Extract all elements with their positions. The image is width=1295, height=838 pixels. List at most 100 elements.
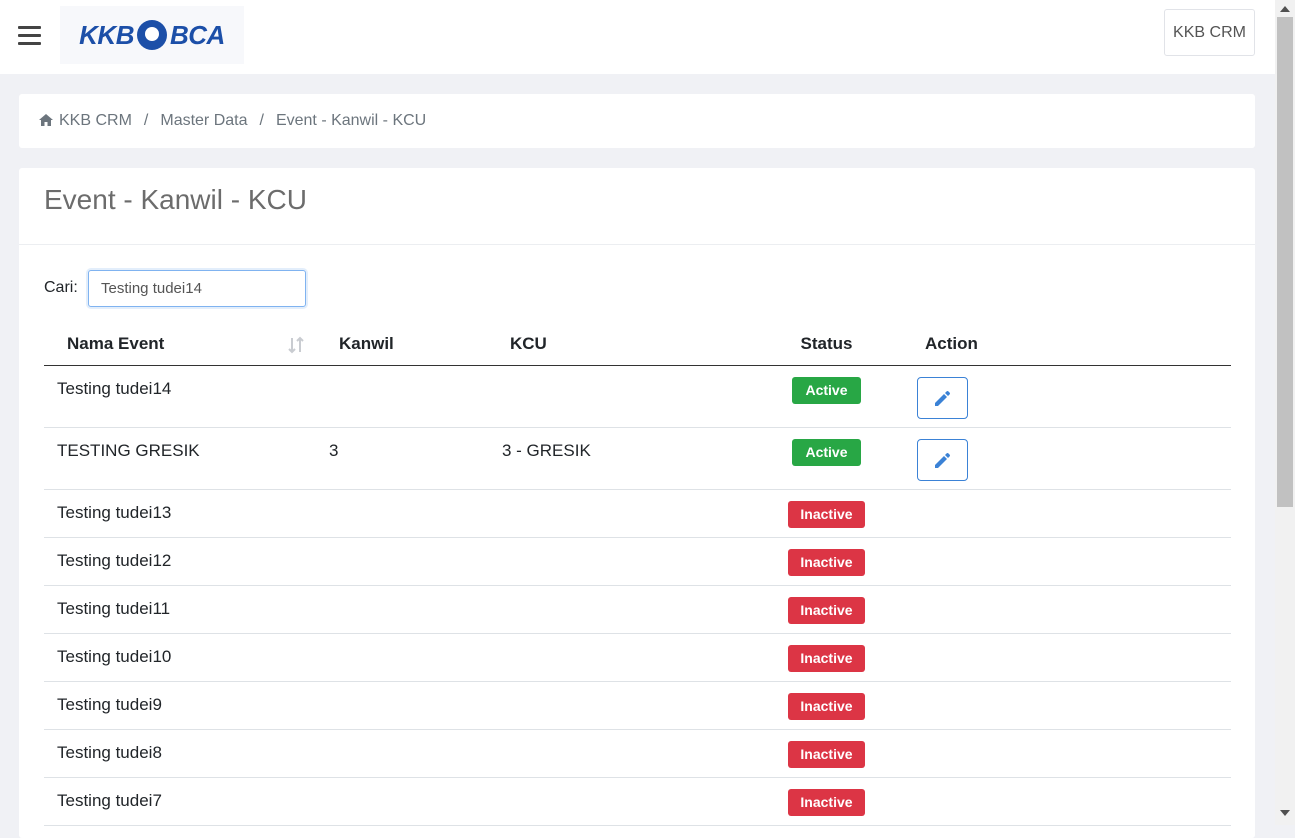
- kcu-cell: 3 - GRESIK: [489, 427, 714, 490]
- scrollbar-thumb[interactable]: [1277, 17, 1293, 507]
- breadcrumb-separator: /: [259, 112, 264, 129]
- kcu-cell: [489, 633, 714, 682]
- column-label: Nama Event: [67, 334, 165, 353]
- kanwil-cell: [316, 537, 489, 586]
- kanwil-cell: [316, 365, 489, 428]
- logo-text-right: BCA: [170, 19, 225, 50]
- table-row: Testing tudei10 Inactive: [44, 633, 1231, 682]
- action-cell: [911, 777, 1231, 826]
- main-card: Event - Kanwil - KCU Cari: Nama Event Ka…: [19, 168, 1255, 838]
- hamburger-menu-icon[interactable]: [18, 26, 41, 46]
- breadcrumb-item-current: Event - Kanwil - KCU: [275, 112, 427, 129]
- event-name-cell: Testing tudei12: [44, 537, 316, 586]
- status-badge: Active: [792, 439, 861, 466]
- table-row: Testing tudei11 Inactive: [44, 585, 1231, 634]
- kcu-cell: [489, 729, 714, 778]
- search-input[interactable]: [88, 270, 306, 307]
- kkb-bca-logo[interactable]: KKB BCA: [60, 6, 244, 64]
- column-label: Status: [800, 334, 853, 353]
- kanwil-cell: [316, 633, 489, 682]
- status-badge: Inactive: [788, 741, 865, 768]
- status-cell: Inactive: [714, 537, 911, 586]
- breadcrumb-home-link[interactable]: KKB CRM: [39, 112, 132, 130]
- kanwil-cell: 3: [316, 427, 489, 490]
- table-row: Testing tudei13 Inactive: [44, 489, 1231, 538]
- status-badge: Inactive: [788, 549, 865, 576]
- kkb-crm-button[interactable]: KKB CRM: [1164, 9, 1255, 56]
- edit-button[interactable]: [917, 439, 968, 481]
- event-name-cell: Testing tudei11: [44, 585, 316, 634]
- action-cell: [911, 489, 1231, 538]
- pencil-icon: [935, 452, 950, 468]
- column-label: Kanwil: [339, 334, 394, 353]
- action-cell: [911, 365, 1231, 428]
- status-badge: Inactive: [788, 597, 865, 624]
- table-body: Testing tudei14 Active TESTING GRESIK 3 3 - …: [44, 365, 1231, 826]
- status-cell: Inactive: [714, 777, 911, 826]
- event-name-cell: Testing tudei9: [44, 681, 316, 730]
- action-cell: [911, 729, 1231, 778]
- breadcrumb-separator: /: [143, 112, 149, 129]
- kanwil-cell: [316, 777, 489, 826]
- table-row: TESTING GRESIK 3 3 - GRESIK Active: [44, 427, 1231, 490]
- kcu-cell: [489, 489, 714, 538]
- table-row: Testing tudei9 Inactive: [44, 681, 1231, 730]
- card-divider: [19, 244, 1255, 245]
- event-name-cell: Testing tudei13: [44, 489, 316, 538]
- kcu-cell: [489, 777, 714, 826]
- event-name-cell: Testing tudei8: [44, 729, 316, 778]
- column-header-action: Action: [911, 323, 1231, 366]
- event-table-wrapper: Nama Event Kanwil KCU Status Action Test…: [44, 323, 1231, 826]
- kanwil-cell: [316, 681, 489, 730]
- column-label: KCU: [510, 334, 547, 353]
- column-header-nama-event[interactable]: Nama Event: [44, 323, 316, 366]
- column-header-kcu[interactable]: KCU: [489, 323, 714, 366]
- scroll-up-arrow-icon[interactable]: [1280, 6, 1290, 12]
- status-badge: Inactive: [788, 693, 865, 720]
- status-badge: Inactive: [788, 789, 865, 816]
- page-scrollbar[interactable]: [1275, 0, 1295, 825]
- table-header-row: Nama Event Kanwil KCU Status Action: [44, 323, 1231, 366]
- table-row: Testing tudei7 Inactive: [44, 777, 1231, 826]
- kanwil-cell: [316, 729, 489, 778]
- breadcrumb: KKB CRM / Master Data / Event - Kanwil -…: [19, 94, 1255, 148]
- kcu-cell: [489, 365, 714, 428]
- status-badge: Inactive: [788, 501, 865, 528]
- status-cell: Inactive: [714, 681, 911, 730]
- status-cell: Active: [714, 427, 911, 490]
- event-table: Nama Event Kanwil KCU Status Action Test…: [44, 323, 1231, 826]
- scroll-down-arrow-icon[interactable]: [1280, 810, 1290, 816]
- event-name-cell: Testing tudei7: [44, 777, 316, 826]
- action-cell: [911, 585, 1231, 634]
- status-badge: Active: [792, 377, 861, 404]
- breadcrumb-item-master-data[interactable]: Master Data: [160, 112, 247, 130]
- table-row: Testing tudei14 Active: [44, 365, 1231, 428]
- top-navbar: KKB BCA KKB CRM: [0, 0, 1275, 74]
- status-cell: Inactive: [714, 585, 911, 634]
- page-title: Event - Kanwil - KCU: [44, 184, 307, 215]
- pencil-icon: [935, 390, 950, 406]
- kcu-cell: [489, 681, 714, 730]
- status-badge: Inactive: [788, 645, 865, 672]
- kcu-cell: [489, 537, 714, 586]
- kanwil-cell: [316, 489, 489, 538]
- event-name-cell: Testing tudei14: [44, 365, 316, 428]
- status-cell: Inactive: [714, 489, 911, 538]
- logo-wordmark: KKB BCA: [79, 20, 225, 51]
- breadcrumb-item-kkb-crm: KKB CRM: [59, 112, 132, 129]
- event-name-cell: Testing tudei10: [44, 633, 316, 682]
- action-cell: [911, 681, 1231, 730]
- event-name-cell: TESTING GRESIK: [44, 427, 316, 490]
- status-cell: Inactive: [714, 729, 911, 778]
- home-icon: [39, 114, 53, 126]
- sort-icon[interactable]: [287, 335, 305, 355]
- status-cell: Active: [714, 365, 911, 428]
- table-row: Testing tudei12 Inactive: [44, 537, 1231, 586]
- column-header-status[interactable]: Status: [714, 323, 911, 366]
- bca-emblem-icon: [137, 20, 167, 50]
- column-header-kanwil[interactable]: Kanwil: [316, 323, 489, 366]
- action-cell: [911, 427, 1231, 490]
- edit-button[interactable]: [917, 377, 968, 419]
- table-row: Testing tudei8 Inactive: [44, 729, 1231, 778]
- search-label: Cari:: [44, 279, 78, 296]
